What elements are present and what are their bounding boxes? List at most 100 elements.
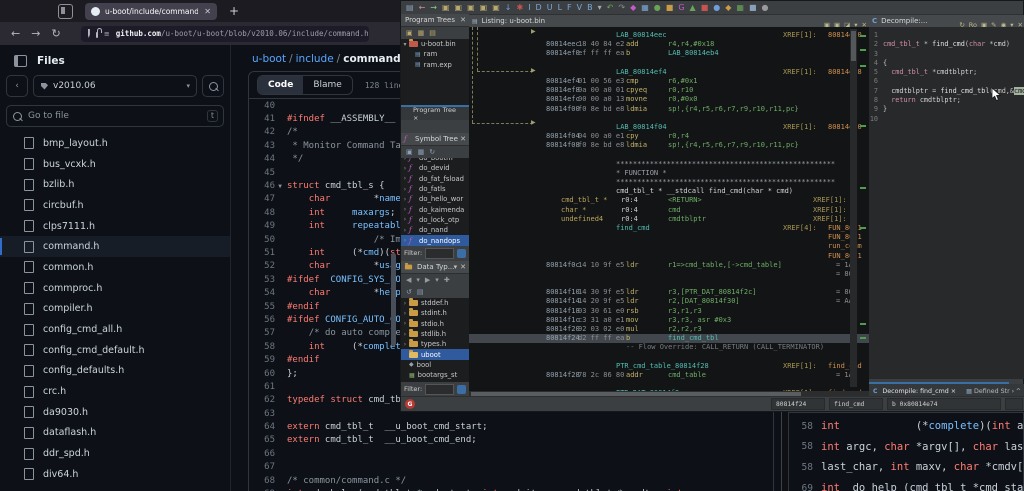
symbol-item[interactable]: ›ƒdo_hello_wor (401, 194, 469, 204)
sidebar-file-item[interactable]: config_cmd_default.h (0, 340, 230, 361)
listing-row[interactable] (469, 59, 869, 68)
tab-close-icon[interactable]: ✕ (204, 7, 211, 16)
menu-caret-icon[interactable]: ▾ (454, 263, 458, 271)
line-number[interactable]: 57 (249, 328, 275, 338)
toolbar-icon[interactable]: D (536, 1, 542, 14)
breadcrumb-repo[interactable]: u-boot (252, 53, 286, 65)
sidebar-file-item[interactable]: clps7111.h (0, 216, 230, 237)
decompile-line[interactable]: 9} (869, 105, 1024, 114)
code-line[interactable]: 65extern cmd_tbl_t __u_boot_cmd_end; (249, 434, 773, 447)
panel-toolbar-icon[interactable]: ▤ (429, 29, 436, 37)
symbol-item[interactable]: ›ƒdo_nand (401, 225, 469, 235)
filter-config-icon[interactable] (457, 249, 466, 258)
listing-row[interactable]: 80814f1cc3 31 a0 e1movr3,r3, asr #0x3 (469, 316, 869, 325)
toolbar-icon[interactable]: ● (713, 1, 720, 14)
toolbar-icon[interactable]: ■ (666, 1, 674, 14)
code-line[interactable]: 67 (249, 461, 773, 474)
line-number[interactable]: 40 (249, 101, 275, 111)
decompile-line[interactable]: 2cmd_tbl_t * find_cmd(char *cmd) (869, 40, 1024, 49)
listing-view[interactable]: ▶ ▶ ▶ LAB_80814eecXREF[1]:80814ed080814e… (469, 27, 869, 391)
symbol-item[interactable]: ›ƒdo_devid (401, 163, 469, 173)
tree-item[interactable]: ▤ram.exp (401, 60, 469, 70)
collapse-icon[interactable]: ^ (1016, 388, 1021, 395)
listing-row[interactable]: ****************************************… (469, 178, 869, 187)
toolbar-icon[interactable]: L (558, 1, 562, 14)
code-line[interactable]: 68/* common/command.c */ (249, 474, 773, 487)
line-number[interactable]: 47 (249, 194, 275, 204)
sidebar-file-item[interactable]: div64.h (0, 464, 230, 485)
line-number[interactable]: 41 (249, 114, 275, 124)
listing-row[interactable]: 80814f08f0 8e bd e8ldmiasp!,{r4,r5,r6,r7… (469, 141, 869, 150)
reload-button[interactable]: ↻ (51, 27, 60, 40)
panel-toolbar-icon[interactable]: ▶ (425, 276, 430, 284)
listing-row[interactable]: 80814f2092 03 02 e0mulr2,r2,r3 (469, 325, 869, 334)
datatype-item[interactable]: ›stdlib.h (401, 329, 469, 339)
listing-row[interactable]: -- Flow Override: CALL_RETURN (CALL_TERM… (469, 343, 869, 352)
decompile-line[interactable]: 4{ (869, 59, 1024, 68)
toolbar-icon[interactable]: V (577, 1, 582, 14)
panel-toolbar-icon[interactable]: ▦ (418, 148, 425, 156)
listing-row[interactable]: PTR_cmd_table_80814f28XREF[1]:find_cmd (469, 362, 869, 371)
toolbar-icon[interactable]: ● (654, 1, 661, 14)
line-number[interactable]: 44 (249, 154, 275, 164)
toolbar-icon[interactable]: G (678, 1, 684, 14)
line-number[interactable]: 46 (249, 181, 275, 191)
listing-row[interactable]: 80814f2878 2c 86 80addrcmd_table= 1A8 (469, 371, 869, 380)
line-number[interactable]: 43 (249, 141, 275, 151)
toolbar-icon[interactable]: ← (419, 1, 426, 14)
sidebar-file-item[interactable]: bus_vcxk.h (0, 154, 230, 175)
listing-row[interactable]: find_cmdXREF[4]:FUN_8081 (469, 224, 869, 233)
line-number[interactable]: 58 (249, 342, 275, 352)
listing-row[interactable]: * FUNCTION * (469, 169, 869, 178)
toolbar-icon[interactable]: ▲ (690, 1, 696, 14)
line-number[interactable]: 60 (249, 369, 275, 379)
toolbar-icon[interactable]: ▣ (455, 1, 463, 14)
sidebar-file-item[interactable]: bzlib.h (0, 174, 230, 195)
sidebar-file-item[interactable]: circbuf.h (0, 195, 230, 216)
panel-toolbar-icon[interactable]: ◀ (406, 276, 411, 284)
toolbar-icon[interactable]: I (528, 1, 530, 14)
search-button[interactable] (202, 75, 224, 97)
line-number[interactable]: 61 (249, 382, 275, 392)
datatype-item[interactable]: ›stdio.h (401, 319, 469, 329)
panel-toolbar-icon[interactable]: ▣ (406, 29, 413, 37)
listing-row[interactable]: LAB_80814eecXREF[1]:80814ed0 (469, 31, 869, 40)
secondary-code-window[interactable]: 58int (*complete)(int argc, char58int ar… (788, 412, 1024, 491)
listing-row[interactable]: 80814f1803 30 61 e0rsbr3,r1,r3 (469, 307, 869, 316)
line-number[interactable]: 68 (249, 476, 275, 486)
line-number[interactable]: 56 (249, 315, 275, 325)
listing-row[interactable]: char *r0:4cmdXREF[1]: (469, 206, 869, 215)
collapse-chevron-icon[interactable]: ▼ (275, 183, 285, 190)
toolbar-icon[interactable]: U (547, 1, 553, 14)
toolbar-icon[interactable]: ↶ (607, 1, 614, 14)
listing-row[interactable]: FUN_8081 (469, 233, 869, 242)
listing-row[interactable]: LAB_80814ef4XREF[1]:80814eb8 (469, 68, 869, 77)
listing-row[interactable]: 80814ef0ef ff ff eabLAB_80814eb4 (469, 49, 869, 58)
line-number[interactable]: 50 (249, 235, 275, 245)
toolbar-icon[interactable]: ■ (701, 1, 709, 14)
toolbar-icon[interactable]: B (587, 1, 593, 14)
toolbar-icon[interactable]: ▣ (467, 1, 475, 14)
line-number[interactable]: 62 (249, 395, 275, 405)
code-line[interactable]: 66 (249, 447, 773, 460)
decompile-line[interactable]: 1 (869, 31, 1024, 40)
listing-row[interactable]: 80814f1414 20 9f e5ldrr2,[DAT_80814f30]=… (469, 297, 869, 306)
listing-row[interactable]: 80814f00f0 8e bd e8ldmiasp!,{r4,r5,r6,r7… (469, 105, 869, 114)
decompile-line[interactable]: 5 cmd_tbl_t *cmdtblptr; (869, 68, 1024, 77)
url-bar[interactable]: ≡ github.com/u-boot/u-boot/blob/v2010.06… (81, 26, 369, 42)
sidebar-file-item[interactable]: command.h (0, 236, 230, 257)
datatype-item[interactable]: ›types.h (401, 339, 469, 349)
decompile-tab[interactable]: Decompile: find_cmd × (882, 388, 956, 395)
symbol-item[interactable]: ›ƒdo_lock_otp (401, 215, 469, 225)
breadcrumb-dir[interactable]: include (296, 53, 334, 65)
listing-row[interactable] (469, 353, 869, 362)
toolbar-icon[interactable]: ◆ (630, 1, 636, 14)
new-tab-button[interactable]: + (229, 4, 239, 18)
line-number[interactable]: 67 (249, 462, 275, 472)
sidebar-file-item[interactable]: config_defaults.h (0, 361, 230, 382)
panel-toolbar-icon[interactable]: ▣ (406, 148, 413, 156)
line-number[interactable]: 54 (249, 288, 275, 298)
datatype-item[interactable]: uboot (401, 349, 469, 359)
lock-icon[interactable] (96, 32, 98, 38)
sidebar-panel-icon[interactable] (14, 55, 27, 67)
